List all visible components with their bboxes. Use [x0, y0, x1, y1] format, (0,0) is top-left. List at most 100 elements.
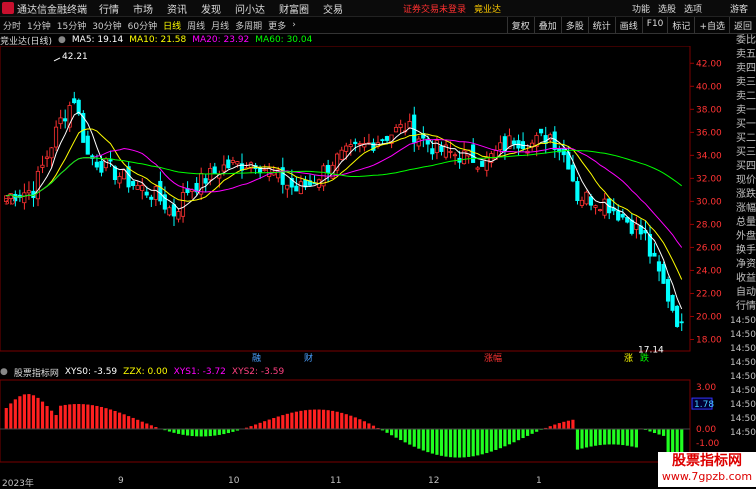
trade-login-alert[interactable]: 证券交易未登录 [403, 2, 466, 15]
tool-zixuan[interactable]: +自选 [694, 17, 729, 33]
menu-shichang[interactable]: 市场 [133, 1, 153, 16]
app-logo-icon [2, 2, 14, 14]
menu-wenxiaoda[interactable]: 问小达 [235, 1, 265, 16]
sidebar-item-1[interactable]: 卖五 [736, 48, 756, 62]
candle-body [348, 144, 353, 147]
x-label-1: 1 [536, 476, 542, 486]
period-fenshi[interactable]: 分时 [0, 19, 24, 32]
period-30min[interactable]: 30分钟 [89, 19, 124, 32]
sidebar-item-2[interactable]: 卖四 [736, 62, 756, 76]
candle-body [588, 196, 594, 206]
sidebar-item-8[interactable]: 买三 [736, 146, 756, 160]
candle-body [448, 151, 453, 153]
sidebar-item-10[interactable]: 现价 [736, 174, 756, 188]
sidebar-item-6[interactable]: 买一 [736, 118, 756, 132]
xys0-value: XYS0: -3.59 [64, 367, 118, 377]
sub-settings-dot-icon[interactable]: ● [0, 367, 8, 377]
candle-body [552, 131, 557, 150]
period-1min[interactable]: 1分钟 [24, 19, 54, 32]
period-15min[interactable]: 15分钟 [54, 19, 89, 32]
candlestick-series [4, 91, 684, 331]
x-label-9: 9 [118, 476, 124, 486]
sidebar-item-9[interactable]: 买四 [736, 160, 756, 174]
y-tick-label: 32.00 [696, 174, 722, 184]
candle-body [407, 121, 412, 129]
tool-diejia[interactable]: 叠加 [533, 17, 561, 33]
sidebar-item-14[interactable]: 外盘 [736, 230, 756, 244]
candle-body [679, 321, 684, 324]
period-more[interactable]: 更多 [265, 19, 289, 32]
sidebar-item-17[interactable]: 收益 [736, 272, 756, 286]
sidebar-item-11[interactable]: 涨跌 [736, 188, 756, 202]
menu-caifuquan[interactable]: 财富圈 [279, 1, 309, 16]
sidebar-item-3[interactable]: 卖三 [736, 76, 756, 90]
menu-faxian[interactable]: 发现 [201, 1, 221, 16]
period-week[interactable]: 周线 [184, 19, 208, 32]
candle-body [353, 141, 358, 145]
candle-body [602, 198, 607, 216]
tool-tongji[interactable]: 统计 [587, 17, 615, 33]
tool-duogu[interactable]: 多股 [560, 17, 588, 33]
tool-fuquan[interactable]: 复权 [506, 17, 534, 33]
tool-f10[interactable]: F10 [641, 17, 668, 33]
kline-chart[interactable]: 42.00 40.00 38.00 36.00 34.00 32.00 30.00 28.00… [0, 46, 736, 476]
candle-body [117, 176, 122, 184]
candle-body [294, 185, 299, 192]
sub-y-label: -1.00 [696, 439, 720, 449]
sidebar-item-7[interactable]: 买二 [736, 132, 756, 146]
menu-gongneng[interactable]: 功能 [632, 2, 650, 15]
sidebar-time-2: 14:50 [730, 344, 756, 354]
menu-zixun[interactable]: 资讯 [167, 1, 187, 16]
candle-body [212, 166, 217, 174]
candle-body [140, 185, 145, 192]
candle-body [153, 186, 158, 200]
candle-body [221, 164, 226, 172]
tool-huaxian[interactable]: 画线 [614, 17, 642, 33]
title-bar: 通达信金融终端 行情 市场 资讯 发现 问小达 财富圈 交易 证券交易未登录 竟… [0, 0, 756, 17]
candle-body [416, 138, 421, 147]
sidebar-item-13[interactable]: 总量 [736, 216, 756, 230]
candle-body [597, 209, 603, 212]
candle-body [656, 261, 662, 272]
candle-body [108, 159, 113, 162]
period-60min[interactable]: 60分钟 [125, 19, 160, 32]
tool-fanhui[interactable]: 返回 [728, 17, 756, 33]
sidebar-item-12[interactable]: 涨幅 [736, 202, 756, 216]
candle-body [561, 148, 566, 156]
app-title: 通达信金融终端 [17, 4, 87, 16]
sidebar-time-3: 14:50 [730, 358, 756, 368]
sidebar-item-16[interactable]: 净资 [736, 258, 756, 272]
y-tick-label: 34.00 [696, 151, 722, 161]
candle-body [675, 305, 680, 327]
candle-body [665, 279, 671, 302]
ma5-value: MA5: 19.14 [71, 35, 124, 45]
candle-body [475, 167, 480, 170]
sidebar-item-4[interactable]: 卖二 [736, 90, 756, 104]
menu-hangqing[interactable]: 行情 [99, 1, 119, 16]
chart-annotations: 42.2117.1430融财涨幅 跌涨 [4, 52, 664, 364]
tool-biaoji[interactable]: 标记 [667, 17, 694, 33]
menu-xuanxiang[interactable]: 选项 [684, 2, 702, 15]
menu-xuangu[interactable]: 选股 [658, 2, 676, 15]
sidebar-item-0[interactable]: 委比 [736, 34, 756, 48]
sidebar-item-5[interactable]: 卖一 [736, 104, 756, 118]
sidebar-item-15[interactable]: 换手 [736, 244, 756, 258]
y-tick-label: 36.00 [696, 128, 722, 138]
period-multi[interactable]: 多周期 [232, 19, 265, 32]
settings-dot-icon[interactable]: ● [58, 35, 66, 45]
chevron-right-icon[interactable]: › [289, 20, 299, 30]
menu-jiaoyi[interactable]: 交易 [323, 1, 343, 16]
high-pointer [53, 57, 61, 62]
candle-body [167, 207, 172, 216]
watermark-title: 股票指标网 [672, 453, 742, 469]
ma20-line [6, 138, 683, 248]
period-day[interactable]: 日线 [160, 19, 184, 32]
period-month[interactable]: 月线 [208, 19, 232, 32]
sub-indicator-info: ● 股票指标网 XYS0: -3.59 ZZX: 0.00 XYS1: -3.7… [0, 366, 690, 379]
y-tick-label: 22.00 [696, 289, 722, 299]
sidebar-item-18[interactable]: 自动 [736, 286, 756, 300]
user-guest[interactable]: 游客 [730, 2, 748, 15]
moving-average-lines [6, 111, 683, 310]
sidebar-item-19[interactable]: 行情 [736, 300, 756, 314]
ma20-value: MA20: 23.92 [192, 35, 250, 45]
